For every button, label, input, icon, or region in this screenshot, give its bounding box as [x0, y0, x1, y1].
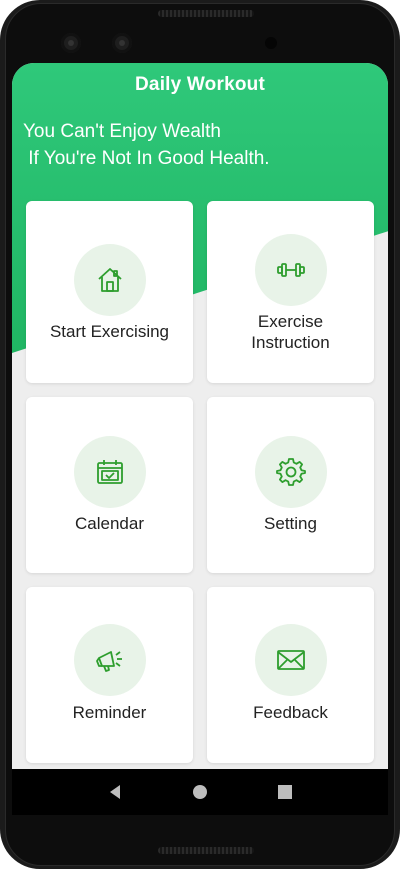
app-screen: Daily Workout You Can't Enjoy Wealth If …: [12, 63, 388, 769]
front-camera-secondary-icon: [112, 33, 132, 53]
calendar-card[interactable]: Calendar: [26, 397, 193, 573]
reminder-label: Reminder: [72, 703, 147, 722]
recents-icon[interactable]: [270, 777, 300, 807]
dumbbell-icon: [255, 234, 327, 306]
home-icon: [74, 244, 146, 316]
proximity-sensor: [265, 37, 277, 49]
exercise-instruction-label: Exercise Instruction: [251, 312, 330, 352]
motivational-quote: You Can't Enjoy Wealth If You're Not In …: [23, 121, 270, 169]
calendar-icon: [74, 436, 146, 508]
exercise-instruction-card[interactable]: Exercise Instruction: [207, 201, 374, 383]
calendar-label: Calendar: [75, 514, 144, 533]
system-navigation-bar: [12, 769, 388, 815]
back-icon[interactable]: [100, 777, 130, 807]
feedback-card[interactable]: Feedback: [207, 587, 374, 763]
envelope-icon: [255, 624, 327, 696]
bottom-speaker: [158, 847, 254, 854]
reminder-card[interactable]: Reminder: [26, 587, 193, 763]
start-exercising-card[interactable]: Start Exercising: [26, 201, 193, 383]
start-exercising-label: Start Exercising: [49, 322, 170, 341]
front-camera-icon: [61, 33, 81, 53]
top-speaker: [158, 10, 254, 17]
app-title: Daily Workout: [135, 74, 265, 95]
megaphone-icon: [74, 624, 146, 696]
feedback-label: Feedback: [253, 703, 328, 722]
home-circle-icon[interactable]: [185, 777, 215, 807]
gear-icon: [255, 436, 327, 508]
setting-label: Setting: [264, 514, 317, 533]
setting-card[interactable]: Setting: [207, 397, 374, 573]
